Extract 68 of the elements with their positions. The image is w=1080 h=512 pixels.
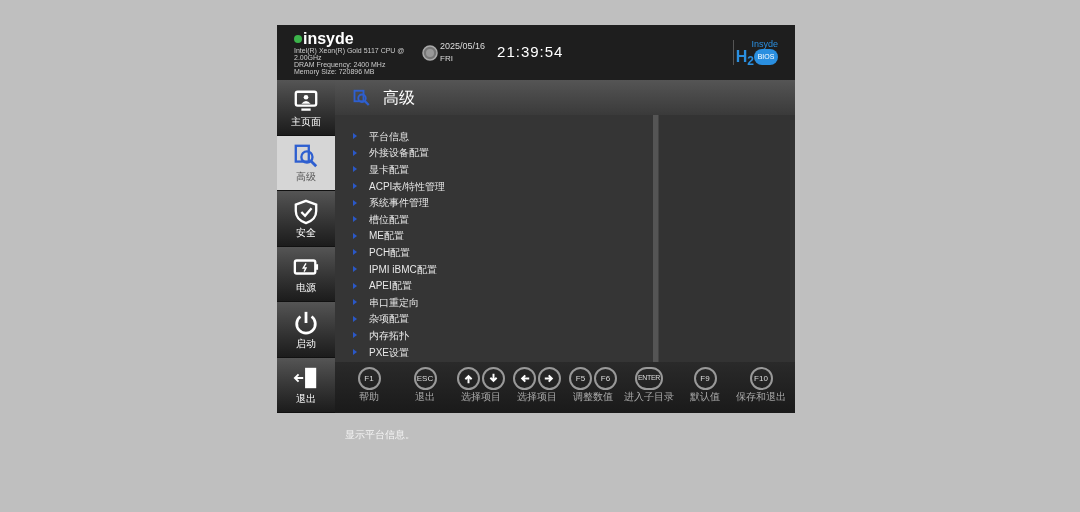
arrow-key-button[interactable] — [457, 367, 480, 390]
logo-text: H$_{2}$ — [735, 49, 754, 65]
logo-text: Insyde — [751, 40, 778, 49]
date-text: 2025/05/16 — [440, 39, 486, 53]
menu-item[interactable]: 杂项配置 — [369, 313, 409, 325]
shield-icon — [293, 198, 319, 225]
arrow-key-button[interactable] — [482, 367, 505, 390]
bullet-arrow-icon — [353, 216, 357, 223]
key-button[interactable]: F10 — [749, 367, 773, 390]
weekday-text: FRI — [440, 53, 454, 66]
key-button[interactable]: F6 — [594, 367, 617, 390]
key-label: 选择项目 — [517, 391, 557, 402]
bullet-arrow-icon — [353, 199, 357, 206]
arrow-icon — [544, 373, 555, 384]
bullet-arrow-icon — [353, 266, 357, 273]
bullet-arrow-icon — [353, 133, 357, 140]
key-label: 进入子目录 — [624, 391, 674, 402]
sidebar-tab[interactable]: 退出 — [277, 357, 335, 413]
magnifier-document-icon — [353, 89, 371, 106]
arrow-icon — [463, 373, 474, 384]
bullet-arrow-icon — [353, 315, 357, 322]
bullet-arrow-icon — [353, 232, 357, 239]
menu-item[interactable]: PCH配置 — [369, 246, 411, 258]
brand-logo: insyde — [303, 30, 354, 47]
page-title: 高级 — [383, 87, 415, 108]
sidebar-tab[interactable]: 主页面 — [277, 80, 335, 136]
menu-item[interactable]: 内存拓扑 — [369, 329, 409, 341]
bullet-arrow-icon — [353, 149, 357, 156]
key-label: 选择项目 — [461, 391, 501, 402]
bullet-arrow-icon — [353, 332, 357, 339]
bullet-arrow-icon — [353, 349, 357, 355]
sidebar-tab[interactable]: 启动 — [277, 302, 335, 358]
key-label: 帮助 — [359, 391, 379, 402]
arrow-key-button[interactable] — [538, 367, 561, 390]
menu-item[interactable]: APEI配置 — [369, 280, 412, 292]
arrow-icon — [519, 373, 530, 384]
key-label: 退出 — [415, 391, 435, 402]
menu-item[interactable]: 串口重定向 — [369, 296, 419, 308]
key-button[interactable]: F5 — [569, 367, 592, 390]
key-button[interactable]: F9 — [693, 367, 717, 390]
clock-time: 21:39:54 — [497, 42, 564, 63]
sidebar-tab[interactable]: 安全 — [277, 191, 335, 247]
key-button[interactable]: ESC — [413, 367, 437, 390]
power-icon — [293, 309, 319, 336]
key-button[interactable]: F1 — [357, 367, 381, 390]
clock-icon — [422, 44, 438, 61]
arrow-icon — [488, 373, 499, 384]
menu-item[interactable]: ACPI表/特性管理 — [369, 180, 446, 192]
bullet-arrow-icon — [353, 299, 357, 306]
menu-item[interactable]: ME配置 — [369, 230, 404, 242]
sidebar-tab[interactable]: 电源 — [277, 246, 335, 302]
bullet-arrow-icon — [353, 183, 357, 190]
menu-item[interactable]: 显卡配置 — [369, 164, 409, 175]
sidebar-tab[interactable]: 高级 — [277, 135, 335, 191]
key-label: 默认值 — [690, 391, 720, 402]
key-label: 保存和退出 — [736, 391, 786, 402]
bullet-arrow-icon — [353, 282, 357, 289]
menu-item[interactable]: IPMI iBMC配置 — [369, 263, 437, 275]
menu-item[interactable]: 系统事件管理 — [369, 197, 429, 209]
menu-item[interactable]: 槽位配置 — [369, 213, 409, 225]
menu-item[interactable]: 外接设备配置 — [369, 147, 429, 159]
magnifier-document-icon — [293, 143, 319, 170]
key-label: 调整数值 — [573, 391, 613, 402]
menu-item[interactable]: PXE设置 — [369, 346, 409, 358]
bullet-arrow-icon — [353, 166, 357, 173]
bullet-arrow-icon — [353, 249, 357, 256]
arrow-key-button[interactable] — [513, 367, 536, 390]
menu-item[interactable]: 平台信息 — [369, 130, 409, 142]
